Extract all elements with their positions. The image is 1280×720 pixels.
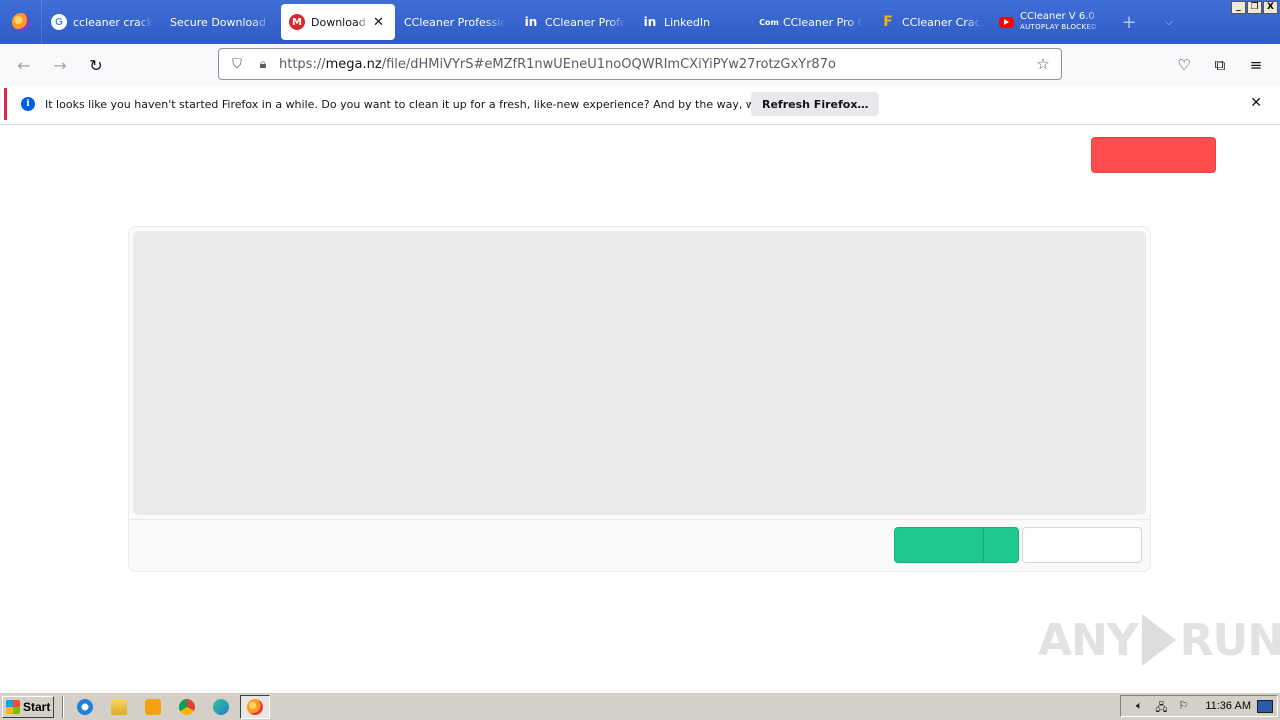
tab-ccleaner-pro[interactable]: Com CCleaner Pro C [753, 4, 871, 40]
watermark-text-right: RUN [1179, 614, 1280, 666]
media-player-icon [145, 698, 161, 715]
volume-icon[interactable]: 🔈︎ [1131, 699, 1147, 713]
quicklaunch-edge[interactable] [206, 695, 236, 719]
refresh-firefox-notification: i It looks like you haven't started Fire… [4, 88, 1276, 120]
notification-message: It looks like you haven't started Firefo… [45, 97, 829, 111]
windows-logo-icon [6, 699, 20, 714]
file-preview-placeholder [133, 231, 1146, 515]
list-all-tabs-icon[interactable]: ⌵ [1149, 17, 1189, 28]
url-host: mega.nz [325, 56, 382, 72]
tab-linkedin[interactable]: in LinkedIn [634, 4, 752, 40]
taskbar: Start 🔈︎ 🖧︎ ⚐ 11:36 AM [0, 692, 1280, 720]
tab-ccleaner-professional[interactable]: CCleaner Profession [396, 4, 514, 40]
quicklaunch-explorer[interactable] [104, 695, 134, 719]
play-icon [1141, 614, 1176, 666]
clock[interactable]: 11:36 AM [1205, 700, 1251, 712]
url-text[interactable]: https://mega.nz/file/dHMiVYrS#eMZfR1nwUE… [279, 57, 1033, 72]
file-download-panel [128, 226, 1151, 572]
menu-button[interactable]: ≡ [1240, 49, 1272, 81]
autoplay-blocked-label: AUTOPLAY BLOCKED [1020, 23, 1097, 31]
divider [129, 519, 1150, 520]
close-window-button[interactable]: X [1263, 1, 1278, 14]
tab-label: Download - I [311, 15, 369, 29]
forward-arrow-icon: → [53, 55, 67, 75]
tab-label: CCleaner Profession [404, 15, 506, 29]
tab-title: CCleaner V 6.0 [1020, 12, 1095, 22]
header-action-button[interactable] [1091, 137, 1216, 173]
anyrun-watermark: ANY RUN [1038, 612, 1280, 668]
tab-youtube-ccleaner[interactable]: CCleaner V 6.0 AUTOPLAY BLOCKED [991, 4, 1109, 40]
chrome-icon [179, 698, 195, 715]
close-icon[interactable]: ✕ [1250, 95, 1262, 111]
reload-icon: ↻ [89, 55, 103, 75]
refresh-firefox-button[interactable]: Refresh Firefox… [751, 92, 880, 116]
f-icon: F [883, 14, 893, 30]
pocket-icon: ♡ [1177, 56, 1191, 74]
firefox-icon [247, 698, 263, 715]
youtube-icon [999, 16, 1014, 28]
edge-icon [213, 698, 229, 715]
tab-ccleaner-crack[interactable]: G ccleaner crack - [43, 4, 161, 40]
new-tab-button[interactable]: + [1109, 12, 1149, 33]
toolbar-right: ♡ ⧉ ≡ [1168, 49, 1272, 81]
secondary-action-button[interactable] [1022, 527, 1142, 563]
flag-icon[interactable]: ⚐ [1175, 699, 1191, 713]
back-arrow-icon: ← [17, 55, 31, 75]
quicklaunch-chrome[interactable] [172, 695, 202, 719]
linkedin-icon: in [643, 15, 657, 29]
network-icon[interactable]: 🖧︎ [1153, 699, 1169, 714]
com-icon: Com [759, 17, 779, 27]
linkedin-icon: in [524, 15, 538, 29]
url-bar[interactable]: ⛉ 🔒︎ https://mega.nz/file/dHMiVYrS#eMZfR… [218, 48, 1062, 80]
tab-label: CCleaner Crack [902, 15, 982, 29]
folder-icon [111, 698, 127, 715]
firefox-view-button[interactable] [0, 0, 42, 44]
tab-label: ccleaner crack - [73, 15, 153, 29]
start-button[interactable]: Start [2, 695, 54, 718]
tab-label: Secure Download Fil [170, 15, 272, 29]
close-tab-icon[interactable]: ✕ [373, 15, 387, 30]
url-path: /file/dHMiVYrS#eMZfR1nwUEneU1noOQWRImCXi… [381, 56, 836, 72]
pocket-button[interactable]: ♡ [1168, 49, 1200, 81]
puzzle-icon: ⧉ [1214, 56, 1226, 74]
info-icon: i [21, 97, 35, 111]
tab-label: LinkedIn [664, 15, 711, 29]
extensions-button[interactable]: ⧉ [1204, 49, 1236, 81]
divider [0, 124, 1280, 125]
show-desktop-icon[interactable] [1257, 699, 1273, 713]
tab-label: CCleaner Profe [545, 15, 625, 29]
forward-button[interactable]: → [42, 49, 78, 81]
tab-label: CCleaner Pro C [783, 15, 863, 29]
hamburger-icon: ≡ [1249, 56, 1263, 74]
url-scheme: https:// [279, 56, 326, 72]
restore-button[interactable]: ❐ [1247, 1, 1262, 14]
window-controls: _ ❐ X [1231, 1, 1278, 14]
taskbar-firefox[interactable] [240, 694, 270, 719]
tab-label: CCleaner V 6.0 AUTOPLAY BLOCKED [1020, 12, 1101, 32]
internet-explorer-icon [77, 698, 93, 715]
start-label: Start [23, 699, 51, 714]
tab-ccleaner-crack-f[interactable]: F CCleaner Crack [872, 4, 990, 40]
tab-strip: G ccleaner crack - Secure Download Fil M… [0, 0, 1280, 44]
back-button[interactable]: ← [6, 49, 42, 81]
nav-bar: ← → ↻ ⛉ 🔒︎ https://mega.nz/file/dHMiVYrS… [0, 44, 1280, 86]
divider [62, 695, 64, 718]
watermark-text-left: ANY [1038, 614, 1139, 666]
tab-ccleaner-linkedin[interactable]: in CCleaner Profe [515, 4, 633, 40]
tab-mega-download[interactable]: M Download - I ✕ [281, 4, 395, 40]
bookmark-star-icon[interactable]: ☆ [1033, 55, 1053, 73]
firefox-icon [11, 13, 30, 31]
system-tray: 🔈︎ 🖧︎ ⚐ 11:36 AM [1120, 695, 1278, 717]
download-options-split[interactable] [983, 528, 984, 562]
download-button[interactable] [894, 527, 1019, 563]
minimize-button[interactable]: _ [1231, 1, 1246, 14]
quicklaunch-ie[interactable] [70, 695, 100, 719]
mega-icon: M [289, 14, 305, 30]
tab-secure-download[interactable]: Secure Download Fil [162, 4, 280, 40]
shield-icon[interactable]: ⛉ [227, 57, 247, 72]
lock-icon[interactable]: 🔒︎ [253, 57, 273, 72]
reload-button[interactable]: ↻ [78, 49, 114, 81]
quicklaunch-media-player[interactable] [138, 695, 168, 719]
google-icon: G [51, 14, 67, 30]
